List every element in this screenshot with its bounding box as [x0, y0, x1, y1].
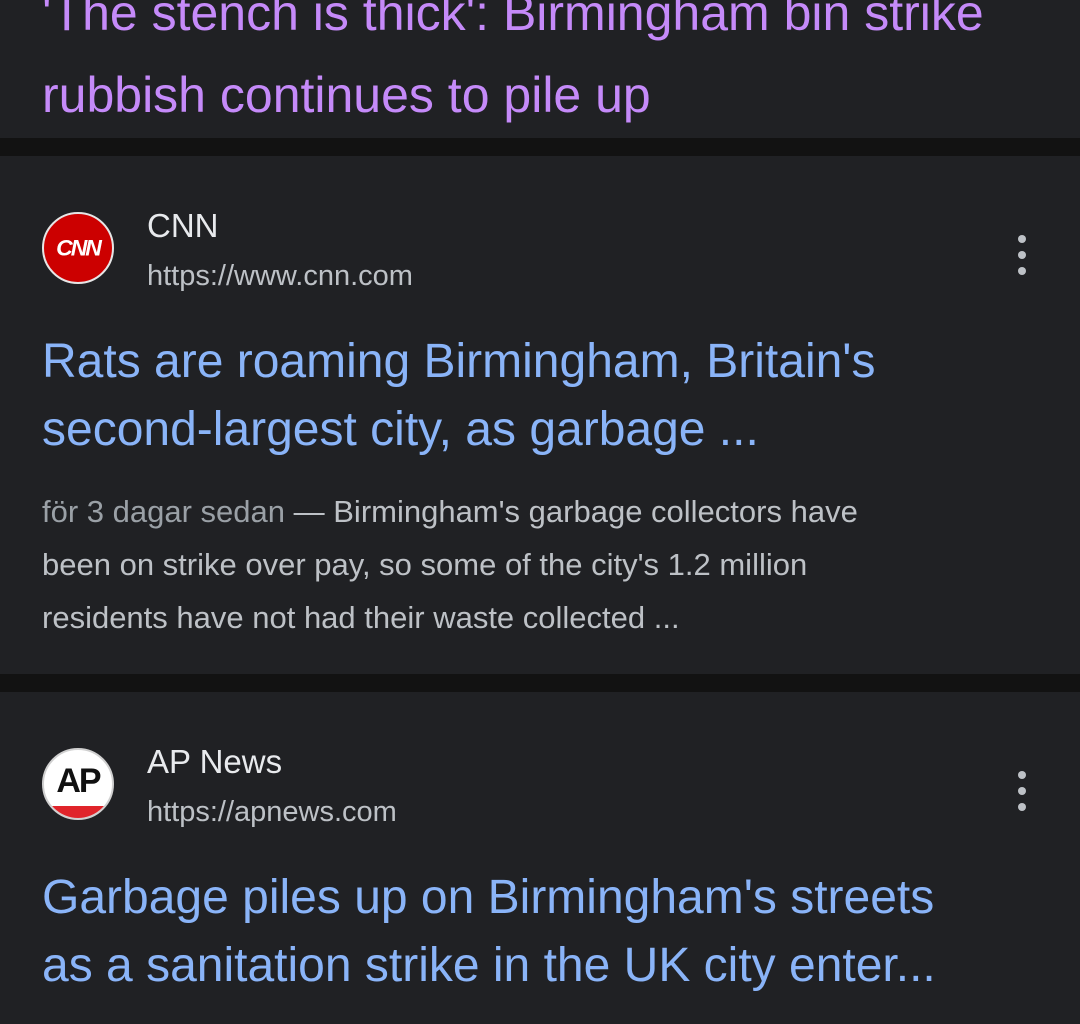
result-title-line: rubbish continues to pile up: [42, 67, 651, 123]
ap-logo[interactable]: AP: [42, 748, 114, 820]
snippet-text: Birmingham's garbage collectors have: [333, 494, 858, 529]
snippet-separator: —: [285, 494, 334, 529]
result-title-link[interactable]: 'The stench is thick': Birmingham bin st…: [42, 0, 1052, 136]
result-title-line: as a sanitation strike in the UK city en…: [42, 939, 936, 992]
result-title-link[interactable]: Garbage piles up on Birmingham's streets…: [42, 864, 1042, 1000]
result-snippet: för 3 dagar sedan — Birmingham's garbage…: [42, 485, 1032, 644]
vertical-ellipsis-icon[interactable]: [1010, 771, 1034, 811]
result-card-cnn: CNN CNN https://www.cnn.com Rats are roa…: [0, 156, 1080, 674]
result-title-line: Rats are roaming Birmingham, Britain's: [42, 335, 876, 388]
result-title-link[interactable]: Rats are roaming Birmingham, Britain's s…: [42, 328, 1042, 464]
result-title-line: second-largest city, as garbage ...: [42, 403, 759, 456]
cnn-logo-text: CNN: [56, 235, 102, 260]
result-title-line: Garbage piles up on Birmingham's streets: [42, 871, 935, 924]
source-url[interactable]: https://apnews.com: [147, 794, 397, 830]
source-name[interactable]: CNN: [147, 206, 219, 246]
snippet-text: been on strike over pay, so some of the …: [42, 547, 808, 582]
result-card-ap-news: AP AP News https://apnews.com Garbage pi…: [0, 692, 1080, 1024]
ap-logo-stripe: [44, 806, 112, 818]
vertical-ellipsis-icon[interactable]: [1010, 235, 1034, 275]
cnn-logo[interactable]: CNN: [42, 212, 114, 284]
search-results-page: 'The stench is thick': Birmingham bin st…: [0, 0, 1080, 1024]
result-title-line: 'The stench is thick': Birmingham bin st…: [42, 0, 984, 41]
source-url[interactable]: https://www.cnn.com: [147, 258, 413, 294]
source-name[interactable]: AP News: [147, 742, 282, 782]
result-date: för 3 dagar sedan: [42, 494, 286, 529]
snippet-text: residents have not had their waste colle…: [42, 600, 680, 635]
result-card-previous: 'The stench is thick': Birmingham bin st…: [0, 0, 1080, 138]
ap-logo-text: AP: [56, 761, 101, 800]
